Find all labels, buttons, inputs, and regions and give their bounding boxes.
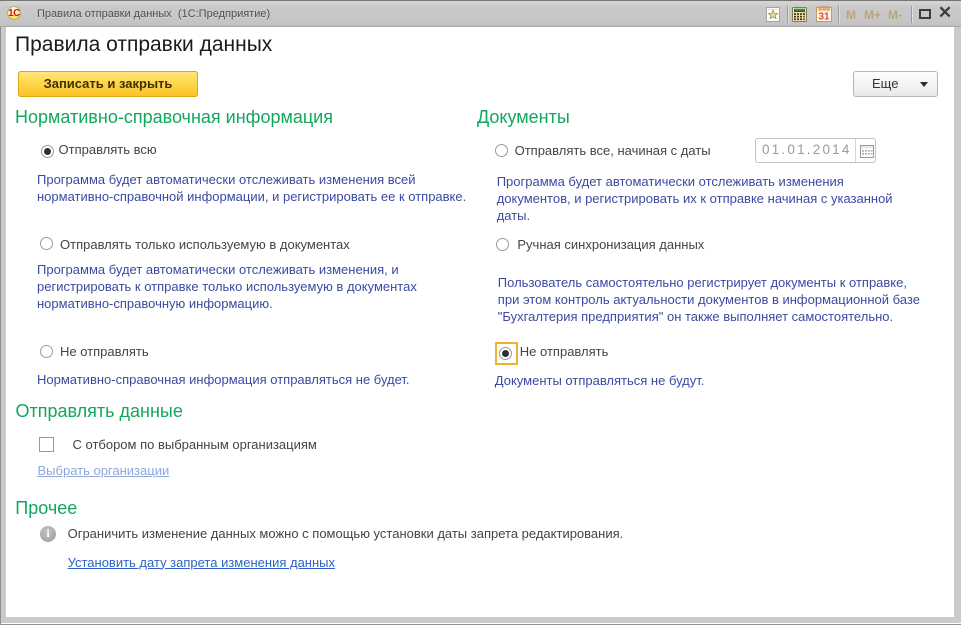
svg-text:31: 31 (818, 11, 830, 22)
